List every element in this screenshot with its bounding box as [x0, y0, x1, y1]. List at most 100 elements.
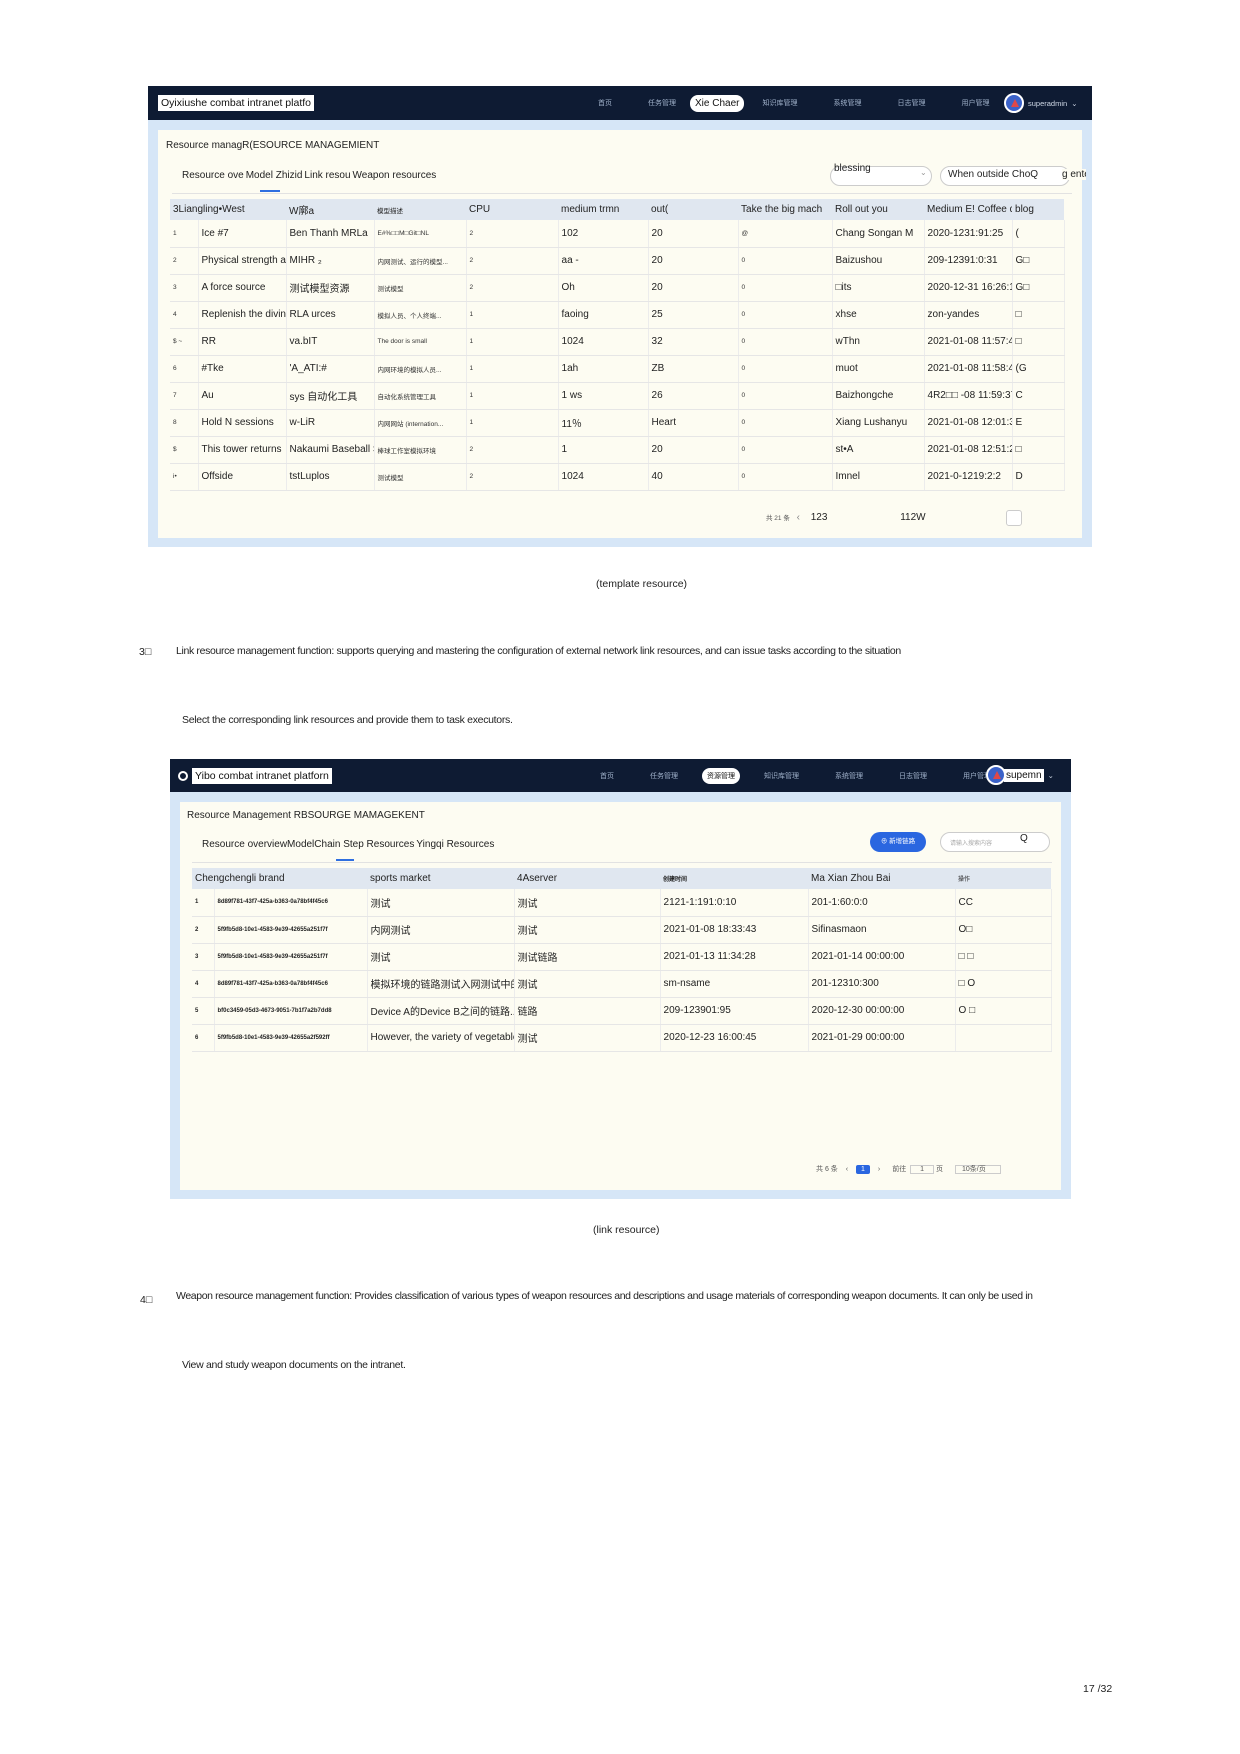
table-cell: 4: [170, 301, 199, 329]
table-cell: □: [1012, 301, 1065, 329]
pagination-prev[interactable]: ‹: [797, 512, 800, 523]
table-cell: 2: [466, 436, 559, 464]
table-row: $ ~ RR va.bIT The door is small 1 1024 32 0 wThn…: [170, 328, 1065, 356]
nav-item-logs[interactable]: 日志管理: [899, 771, 927, 781]
tab-overview[interactable]: Resource ove: [182, 170, 244, 181]
platform-title: Oyixiushe combat intranet platfo: [158, 95, 314, 111]
table-cell: 测试模型: [374, 274, 467, 302]
table-cell: O□: [955, 916, 1052, 944]
table-cell: 40: [648, 463, 739, 491]
table-row: i• Offside tstLuplos 测试模型 2 1024 40 0 Imnel 2021-…: [170, 463, 1065, 491]
tab-link[interactable]: Link resou: [304, 170, 350, 181]
table-cell: 棒球工作室模拟环境: [374, 436, 467, 464]
table-cell: 2020-1231:91:25: [924, 220, 1013, 248]
table-cell: 201-1:60:0:0: [808, 889, 956, 917]
table-cell: 测试: [514, 889, 661, 917]
avatar: [1004, 93, 1024, 113]
col-header-market: sports market: [367, 868, 515, 889]
nav-item-knowledge[interactable]: 知识库管理: [762, 98, 797, 108]
table-cell: sys 自动化工具: [286, 382, 375, 410]
user-menu[interactable]: superadmin ⌄: [1004, 93, 1078, 113]
table-cell: st•A: [832, 436, 925, 464]
table-cell: □ □: [955, 943, 1052, 971]
nav-item-logs[interactable]: 日志管理: [897, 98, 925, 108]
breadcrumb-en: R(ESOURCE MANAGEMIENT: [242, 140, 380, 151]
paragraph-weapon-line1: Weapon resource management function: Pro…: [176, 1290, 1033, 1302]
page-size-select[interactable]: 10条/页: [954, 1165, 1001, 1174]
table-row: 6 #Tke 'A_ATI:# 内网环境的模拟人员... 1 1ah ZB 0 muot 2021…: [170, 355, 1065, 383]
table-cell: muot: [832, 355, 925, 383]
caption-link-resource: (link resource): [593, 1224, 660, 1236]
nav-item-tasks[interactable]: 任务管理: [648, 98, 676, 108]
table-row: 4 8d89f781-43f7-425a-b363-0a78bf4f45c6 模拟环…: [192, 970, 1052, 998]
overflow-text: g enters the capital, the name is Neihe: [1062, 169, 1086, 180]
tab-overview[interactable]: Resource overview: [202, 839, 287, 850]
table-cell: 20: [648, 247, 739, 275]
page-size-select[interactable]: [1006, 510, 1022, 526]
table-cell: 2121-1:191:0:10: [660, 889, 809, 917]
table-cell: 链路: [514, 997, 661, 1025]
pagination-current-page[interactable]: 1: [856, 1165, 870, 1174]
table-cell: 26: [648, 382, 739, 410]
table-cell: 20: [648, 220, 739, 248]
nav-item-knowledge[interactable]: 知识库管理: [764, 771, 799, 781]
template-resource-screenshot: Oyixiushe combat intranet platfo 首页 任务管理…: [148, 86, 1092, 547]
table-cell: 1: [466, 382, 559, 410]
table-row: 1 Ice #7 Ben Thanh MRLa E#%□□M□Git□NL 2 102 20…: [170, 220, 1065, 248]
table-cell: 5: [192, 997, 215, 1025]
table-cell: 3: [192, 943, 215, 971]
table-header-row: Chengchengli brand sports market 4Aserve…: [192, 868, 1052, 889]
table-cell: CC: [955, 889, 1052, 917]
table-cell: 102: [558, 220, 649, 248]
pagination-total: 共 21 条: [766, 515, 790, 522]
nav-item-resources[interactable]: Xie Chaer: [690, 94, 745, 112]
pagination-goto-label: 前往: [892, 1166, 907, 1173]
table-cell: □ O: [955, 970, 1052, 998]
table-cell: Au: [198, 382, 287, 410]
table-cell: aa -: [558, 247, 649, 275]
nav-item-system[interactable]: 系统管理: [833, 98, 861, 108]
tab-divider: [172, 193, 1072, 194]
table-cell: 2021-0-1219:2:2: [924, 463, 1013, 491]
pagination-prev[interactable]: ‹: [846, 1166, 848, 1173]
table-cell: G□: [1012, 247, 1065, 275]
chevron-down-icon: ⌄: [920, 168, 927, 177]
nav-item-users[interactable]: 用户管理: [961, 98, 989, 108]
col-header-type: W廓a: [286, 199, 375, 220]
table-cell: 2021-01-08 12:51:21: [924, 436, 1013, 464]
resource-tabs: Resource ove Model Zhizid Link resou Weapon…: [182, 170, 438, 181]
pagination-page[interactable]: 123: [811, 512, 828, 523]
table-cell: 1: [466, 409, 559, 437]
nav-item-resources[interactable]: 资源管理: [702, 767, 740, 784]
nav-item-tasks[interactable]: 任务管理: [650, 771, 678, 781]
table-row: 6 5f9fb5d8-10e1-4583-9e39-42655a2f592ff Ho…: [192, 1024, 1052, 1052]
pagination-size[interactable]: 112W: [900, 512, 925, 523]
add-link-button[interactable]: ⊕ 新增链路: [870, 832, 926, 852]
table-cell: RR: [198, 328, 287, 356]
table-cell: Hold N sessions: [198, 409, 287, 437]
table-cell: 自动化系统管理工具: [374, 382, 467, 410]
table-row: 8 Hold N sessions w-LiR 内网网站 (internation..…: [170, 409, 1065, 437]
search-icon[interactable]: Q: [1020, 833, 1042, 851]
nav-item-home[interactable]: 首页: [598, 98, 612, 108]
table-row: 1 8d89f781-43f7-425a-b363-0a78bf4f45c6 测试测…: [192, 889, 1052, 917]
nav-item-home[interactable]: 首页: [600, 771, 614, 781]
tab-model[interactable]: Model: [287, 839, 314, 850]
tab-weapon[interactable]: Yingqi Resources: [416, 839, 494, 850]
table-cell: xhse: [832, 301, 925, 329]
user-menu[interactable]: supemn ⌄: [986, 765, 1054, 785]
table-cell: 209-12391:0:31: [924, 247, 1013, 275]
pagination-goto-input[interactable]: 1: [910, 1165, 935, 1174]
col-header-take: Take the big mach: [738, 199, 833, 220]
table-cell: □its: [832, 274, 925, 302]
breadcrumb-cn: Resource manag: [166, 140, 243, 151]
tab-weapon[interactable]: Weapon resources: [353, 170, 437, 181]
col-header-actions: 操作: [955, 868, 1052, 889]
link-resource-screenshot: Yibo combat intranet platforn 首页 任务管理 资源…: [170, 759, 1071, 1199]
nav-item-system[interactable]: 系统管理: [835, 771, 863, 781]
tab-link[interactable]: Chain Step Resources: [314, 839, 414, 850]
table-cell: 2021-01-08 12:01:31: [924, 409, 1013, 437]
tab-model[interactable]: Model Zhizid: [246, 170, 303, 181]
pagination-next[interactable]: ›: [878, 1166, 880, 1173]
table-row: 2 Physical strength a MIHR ₂ 内网测试、运行的模型... 2…: [170, 247, 1065, 275]
